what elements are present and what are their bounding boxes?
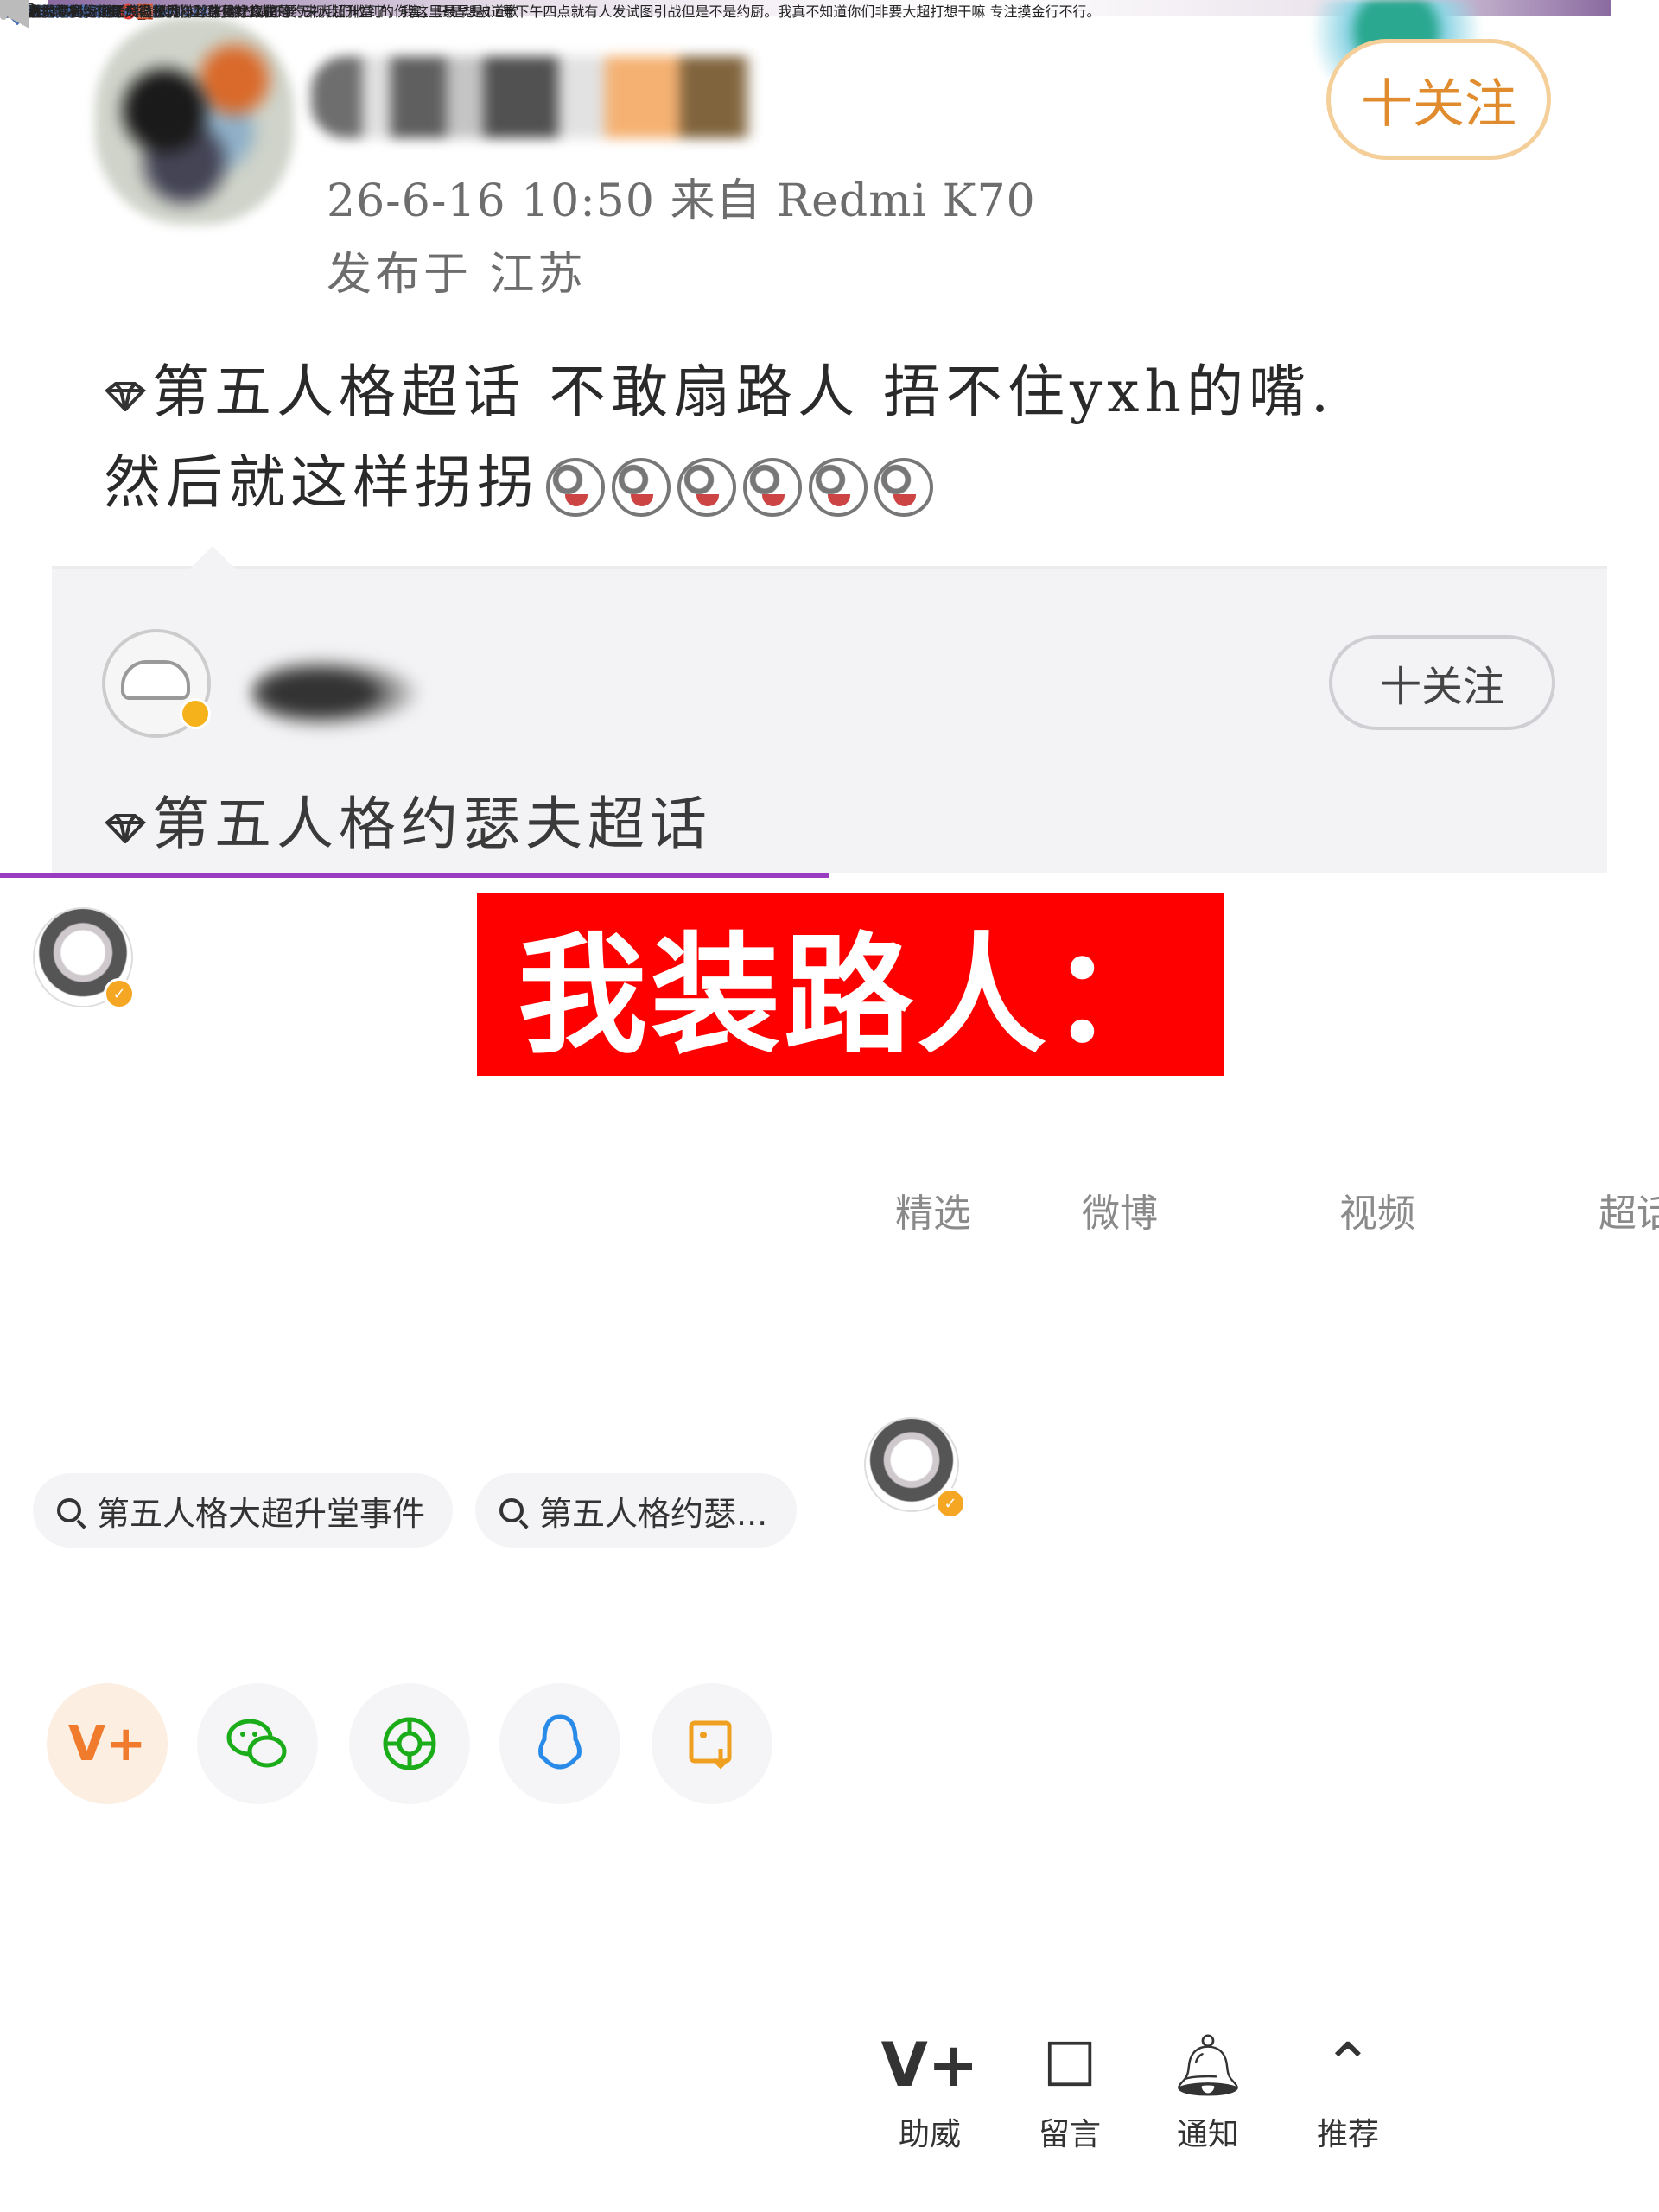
crying-emoji-icon xyxy=(874,458,933,517)
avatar-face xyxy=(121,660,190,700)
nav-recommend-label: 推荐 xyxy=(1316,2117,1379,2152)
bell-icon: 🔔︎ xyxy=(1169,2030,1247,2101)
top-screenshot-panel: 26-6-16 10:50 来自 Redmi K70 发布于 江苏 十关注 第五… xyxy=(0,0,1659,880)
boost-icon: V+ xyxy=(880,2030,979,2101)
tab-weibo[interactable]: 微博 xyxy=(1082,1182,1158,1237)
search-chip[interactable]: 第五人格约瑟... xyxy=(475,1473,797,1548)
blurred-avatar[interactable] xyxy=(95,17,294,225)
chaohua-gem-icon xyxy=(105,382,146,411)
nav-message[interactable]: ☐ 留言 xyxy=(1018,2026,1122,2154)
post-text-line2: 然后就这样拐拐 xyxy=(104,436,933,519)
nav-message-label: 留言 xyxy=(1038,2117,1101,2152)
post-time-device: 26-6-16 10:50 来自 Redmi K70 xyxy=(327,175,1036,227)
post-text-line1-content: 第五人格超话 不敢扇路人 捂不住yxh的嘴. xyxy=(152,359,1334,425)
chaohua-gem-icon xyxy=(105,814,146,843)
search-chip-label: 第五人格大超升堂事件 xyxy=(97,1494,426,1533)
crying-emoji-icon xyxy=(743,458,802,517)
crying-emoji-icon xyxy=(677,458,736,517)
search-icon xyxy=(499,1498,524,1522)
search-icon xyxy=(57,1498,81,1522)
quoted-avatar[interactable] xyxy=(102,629,211,738)
recommend-icon: ⌃ xyxy=(1322,2030,1374,2101)
quoted-topic-label: 第五人格约瑟夫超话 xyxy=(152,791,712,857)
tab-featured[interactable]: 精选 xyxy=(895,1182,971,1237)
search-chip-label: 第五人格约瑟... xyxy=(539,1494,768,1533)
quoted-follow-button[interactable]: 十关注 xyxy=(1329,635,1555,730)
system-navigation xyxy=(0,0,29,29)
tab-weibo-label: 微博 xyxy=(1082,1192,1158,1236)
nav-notify[interactable]: 🔔︎ 通知 xyxy=(1156,2026,1260,2154)
tab-video[interactable]: 视频 xyxy=(1339,1182,1415,1237)
post-text-line1: 第五人格超话 不敢扇路人 捂不住yxh的嘴. xyxy=(104,346,1334,429)
reward-icon: V+ xyxy=(67,1715,147,1772)
share-qq-button[interactable] xyxy=(499,1683,620,1804)
share-wechat-button[interactable] xyxy=(197,1683,318,1804)
save-image-button[interactable] xyxy=(652,1683,772,1804)
post-location: 发布于 江苏 xyxy=(327,249,587,301)
tab-chaohua[interactable]: 超话 xyxy=(1599,1182,1659,1237)
moments-icon xyxy=(383,1717,436,1770)
save-image-icon xyxy=(689,1720,732,1770)
tab-video-label: 视频 xyxy=(1339,1192,1415,1236)
reward-button[interactable]: V+ xyxy=(47,1683,168,1804)
nav-recommend[interactable]: ⌃ 推荐 xyxy=(1296,2026,1400,2154)
qq-icon xyxy=(538,1714,582,1770)
wechat-icon xyxy=(226,1719,287,1768)
nav-notify-label: 通知 xyxy=(1176,2117,1239,2152)
blurred-username[interactable] xyxy=(311,56,778,138)
nav-boost-label: 助威 xyxy=(898,2117,961,2152)
share-moments-button[interactable] xyxy=(349,1683,470,1804)
overlay-banner: 我装路人： xyxy=(477,893,1224,1076)
home-icon[interactable] xyxy=(0,0,7,20)
verified-badge-icon xyxy=(180,698,211,729)
quoted-topic[interactable]: 第五人格约瑟夫超话 xyxy=(104,778,712,861)
verified-badge-icon: ✓ xyxy=(935,1488,966,1519)
quoted-blurred-username[interactable] xyxy=(251,655,423,731)
post-text-line2-content: 然后就这样拐拐 xyxy=(104,449,539,516)
verified-badge-icon: ✓ xyxy=(104,978,135,1009)
crying-emoji-icon xyxy=(809,458,868,517)
follow-button[interactable]: 十关注 xyxy=(1326,39,1551,160)
crying-emoji-icon xyxy=(612,458,671,517)
crying-emoji-icon xyxy=(546,458,605,517)
back-icon[interactable] xyxy=(7,0,29,29)
message-icon: ☐ xyxy=(1042,2030,1097,2101)
search-chip[interactable]: 第五人格大超升堂事件 xyxy=(33,1473,453,1548)
nav-boost[interactable]: V+ 助威 xyxy=(878,2026,982,2154)
